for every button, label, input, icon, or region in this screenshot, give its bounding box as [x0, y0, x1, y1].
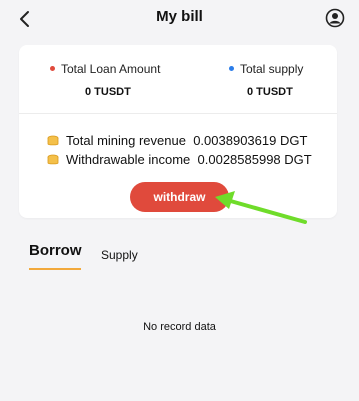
total-loan-label: Total Loan Amount [50, 62, 160, 76]
total-supply-label: Total supply [229, 62, 303, 76]
mining-revenue-label: Total mining revenue [66, 133, 186, 148]
mining-revenue-row: Total mining revenue 0.0038903619 DGT [46, 133, 307, 148]
app-header: My bill [0, 0, 359, 36]
withdrawable-income-row: Withdrawable income 0.0028585998 DGT [46, 152, 312, 167]
user-circle-icon[interactable] [325, 8, 345, 28]
active-tab-indicator [29, 268, 81, 270]
card-divider [19, 113, 337, 114]
total-loan-label-text: Total Loan Amount [61, 62, 161, 76]
tab-borrow[interactable]: Borrow [29, 242, 82, 259]
coins-icon [47, 135, 59, 145]
coins-icon [47, 154, 59, 164]
withdrawable-income-value: 0.0028585998 DGT [197, 152, 312, 167]
total-supply-label-text: Total supply [240, 62, 304, 76]
total-supply-value: 0 TUSDT [247, 86, 293, 98]
annotation-arrow-icon [215, 191, 307, 224]
page-title: My bill [156, 8, 203, 25]
empty-records-message: No record data [143, 321, 216, 333]
loan-dot-icon [50, 66, 55, 72]
supply-dot-icon [229, 66, 234, 72]
withdrawable-income-label: Withdrawable income [66, 152, 191, 167]
tab-supply[interactable]: Supply [101, 248, 138, 262]
mining-revenue-value: 0.0038903619 DGT [193, 133, 308, 148]
total-loan-value: 0 TUSDT [85, 86, 131, 98]
